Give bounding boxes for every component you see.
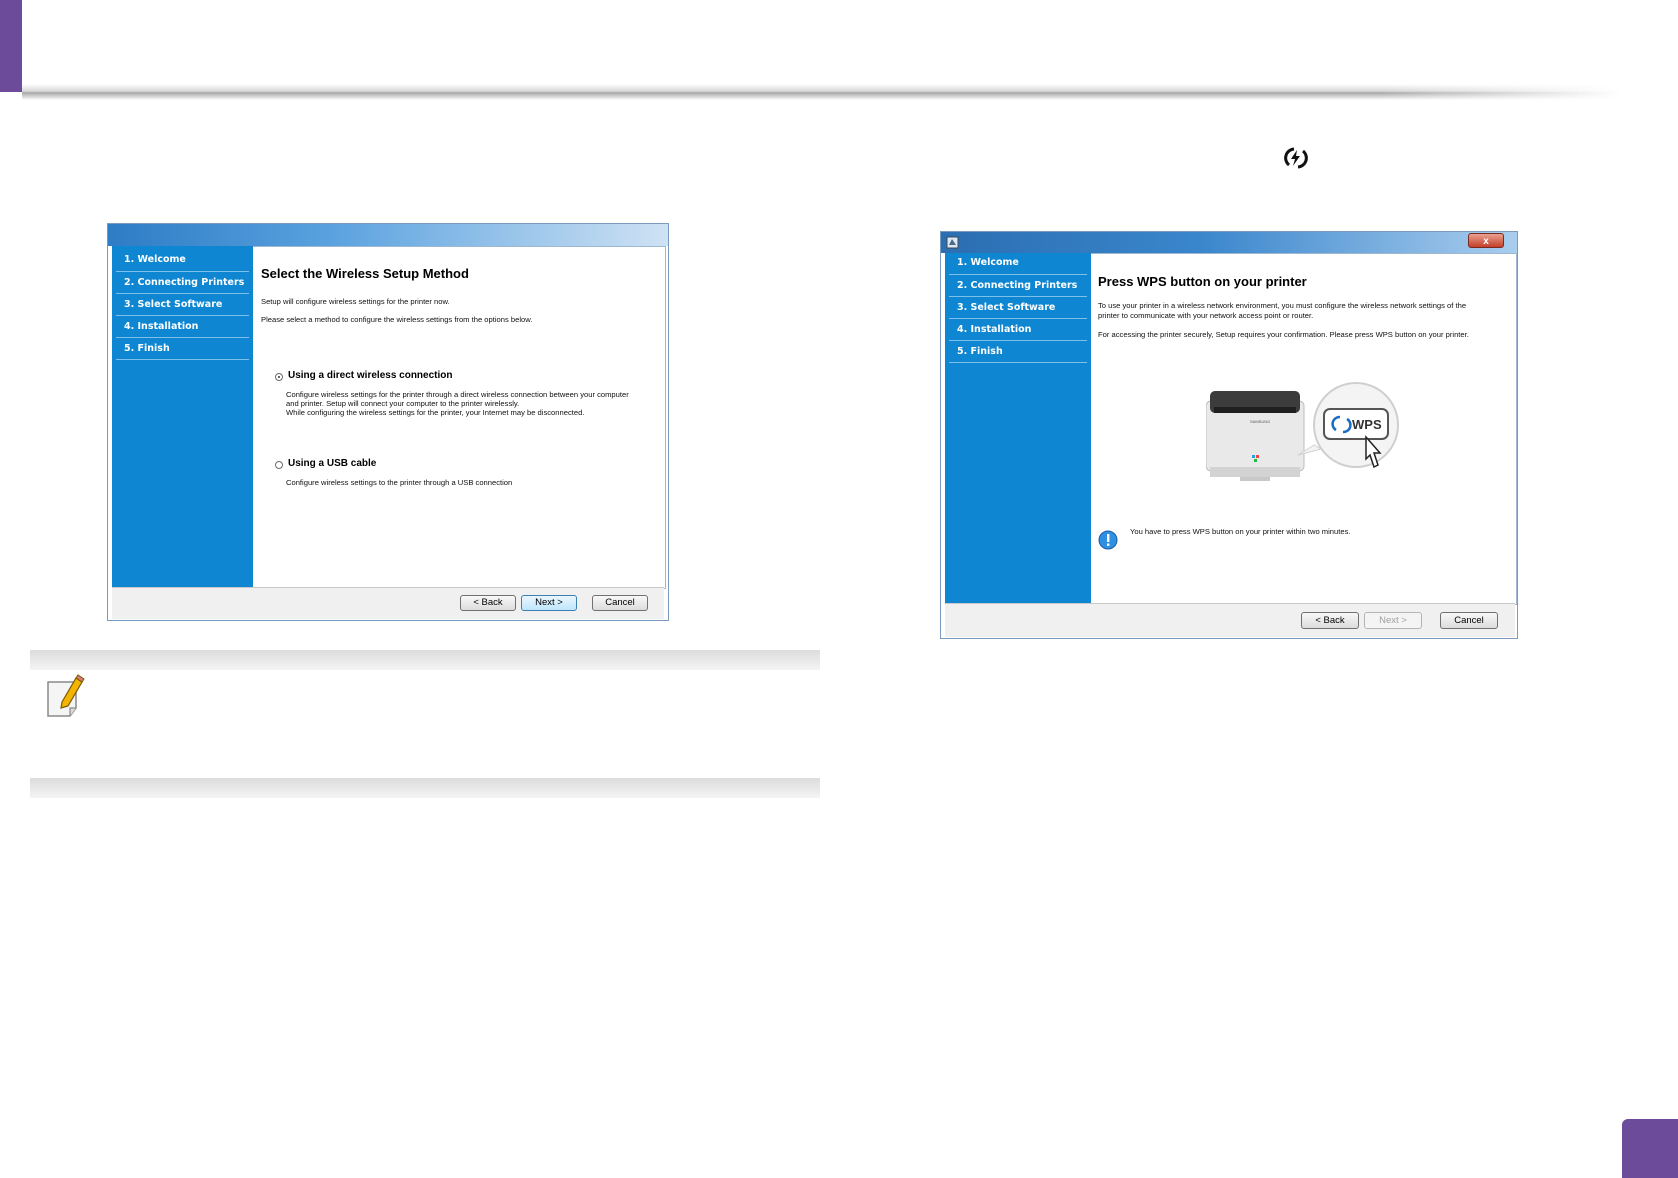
direct-wireless-radio[interactable] bbox=[275, 373, 283, 381]
step-select-software: 3. Select Software bbox=[116, 294, 249, 316]
direct-wireless-desc-line3: While configuring the wireless settings … bbox=[286, 408, 585, 417]
wps-button-label: WPS bbox=[1352, 417, 1382, 432]
direct-wireless-desc-line1: Configure wireless settings for the prin… bbox=[286, 390, 629, 399]
step-connecting-printers: 2. Connecting Printers bbox=[949, 275, 1087, 297]
setup-steps-sidebar: 1. Welcome 2. Connecting Printers 3. Sel… bbox=[112, 246, 253, 587]
step-installation: 4. Installation bbox=[116, 316, 249, 338]
wps-icon bbox=[1284, 147, 1308, 169]
note-box bbox=[30, 650, 820, 798]
direct-wireless-label[interactable]: Using a direct wireless connection bbox=[288, 370, 453, 381]
info-message: You have to press WPS button on your pri… bbox=[1130, 527, 1351, 536]
title-bar[interactable]: x bbox=[941, 232, 1517, 253]
dialog-footer bbox=[945, 603, 1515, 637]
intro-line2: printer to communicate with your network… bbox=[1098, 310, 1314, 320]
intro-line1: To use your printer in a wireless networ… bbox=[1098, 301, 1467, 310]
setup-steps-sidebar: 1. Welcome 2. Connecting Printers 3. Sel… bbox=[945, 253, 1091, 603]
dialog-footer bbox=[112, 587, 664, 619]
step-installation: 4. Installation bbox=[949, 319, 1087, 341]
close-button[interactable]: x bbox=[1468, 233, 1504, 248]
instruction-text: Please select a method to configure the … bbox=[261, 315, 533, 324]
step-welcome: 1. Welcome bbox=[116, 250, 249, 272]
confirmation-text: For accessing the printer securely, Setu… bbox=[1098, 330, 1469, 339]
step-finish: 5. Finish bbox=[116, 338, 249, 360]
page-corner-tab bbox=[1622, 1119, 1678, 1178]
intro-text: To use your printer in a wireless networ… bbox=[1098, 301, 1498, 320]
note-bottom-band bbox=[30, 778, 820, 798]
cancel-button[interactable]: Cancel bbox=[1440, 612, 1498, 629]
direct-wireless-description: Configure wireless settings for the prin… bbox=[286, 390, 666, 417]
info-icon bbox=[1098, 530, 1118, 550]
step-select-software: 3. Select Software bbox=[949, 297, 1087, 319]
cancel-button[interactable]: Cancel bbox=[592, 595, 648, 611]
usb-cable-description: Configure wireless settings to the print… bbox=[286, 478, 513, 487]
printer-brand-label: SAMSUNG bbox=[1250, 419, 1270, 424]
side-chapter-tab bbox=[0, 0, 22, 92]
note-top-band bbox=[30, 650, 820, 670]
dialog-heading: Press WPS button on your printer bbox=[1098, 274, 1307, 289]
header-rule bbox=[22, 84, 1622, 100]
back-button[interactable]: < Back bbox=[460, 595, 516, 611]
step-welcome: 1. Welcome bbox=[949, 253, 1087, 275]
dialog-heading: Select the Wireless Setup Method bbox=[261, 266, 469, 281]
pencil-note-icon bbox=[47, 674, 85, 717]
intro-text: Setup will configure wireless settings f… bbox=[261, 297, 450, 306]
direct-wireless-desc-line2: and printer. Setup will connect your com… bbox=[286, 399, 520, 408]
usb-cable-label[interactable]: Using a USB cable bbox=[288, 458, 376, 469]
usb-cable-radio[interactable] bbox=[275, 461, 283, 469]
step-finish: 5. Finish bbox=[949, 341, 1087, 363]
title-bar[interactable] bbox=[108, 224, 668, 246]
press-wps-dialog: x 1. Welcome 2. Connecting Printers 3. S… bbox=[940, 231, 1518, 639]
printer-wps-illustration: SAMSUNG WPS bbox=[1206, 382, 1399, 481]
next-button[interactable]: Next > bbox=[1364, 612, 1422, 629]
step-connecting-printers: 2. Connecting Printers bbox=[116, 272, 249, 294]
wireless-setup-method-dialog: 1. Welcome 2. Connecting Printers 3. Sel… bbox=[107, 223, 669, 621]
back-button[interactable]: < Back bbox=[1301, 612, 1359, 629]
app-icon bbox=[946, 236, 959, 249]
next-button[interactable]: Next > bbox=[521, 595, 577, 611]
